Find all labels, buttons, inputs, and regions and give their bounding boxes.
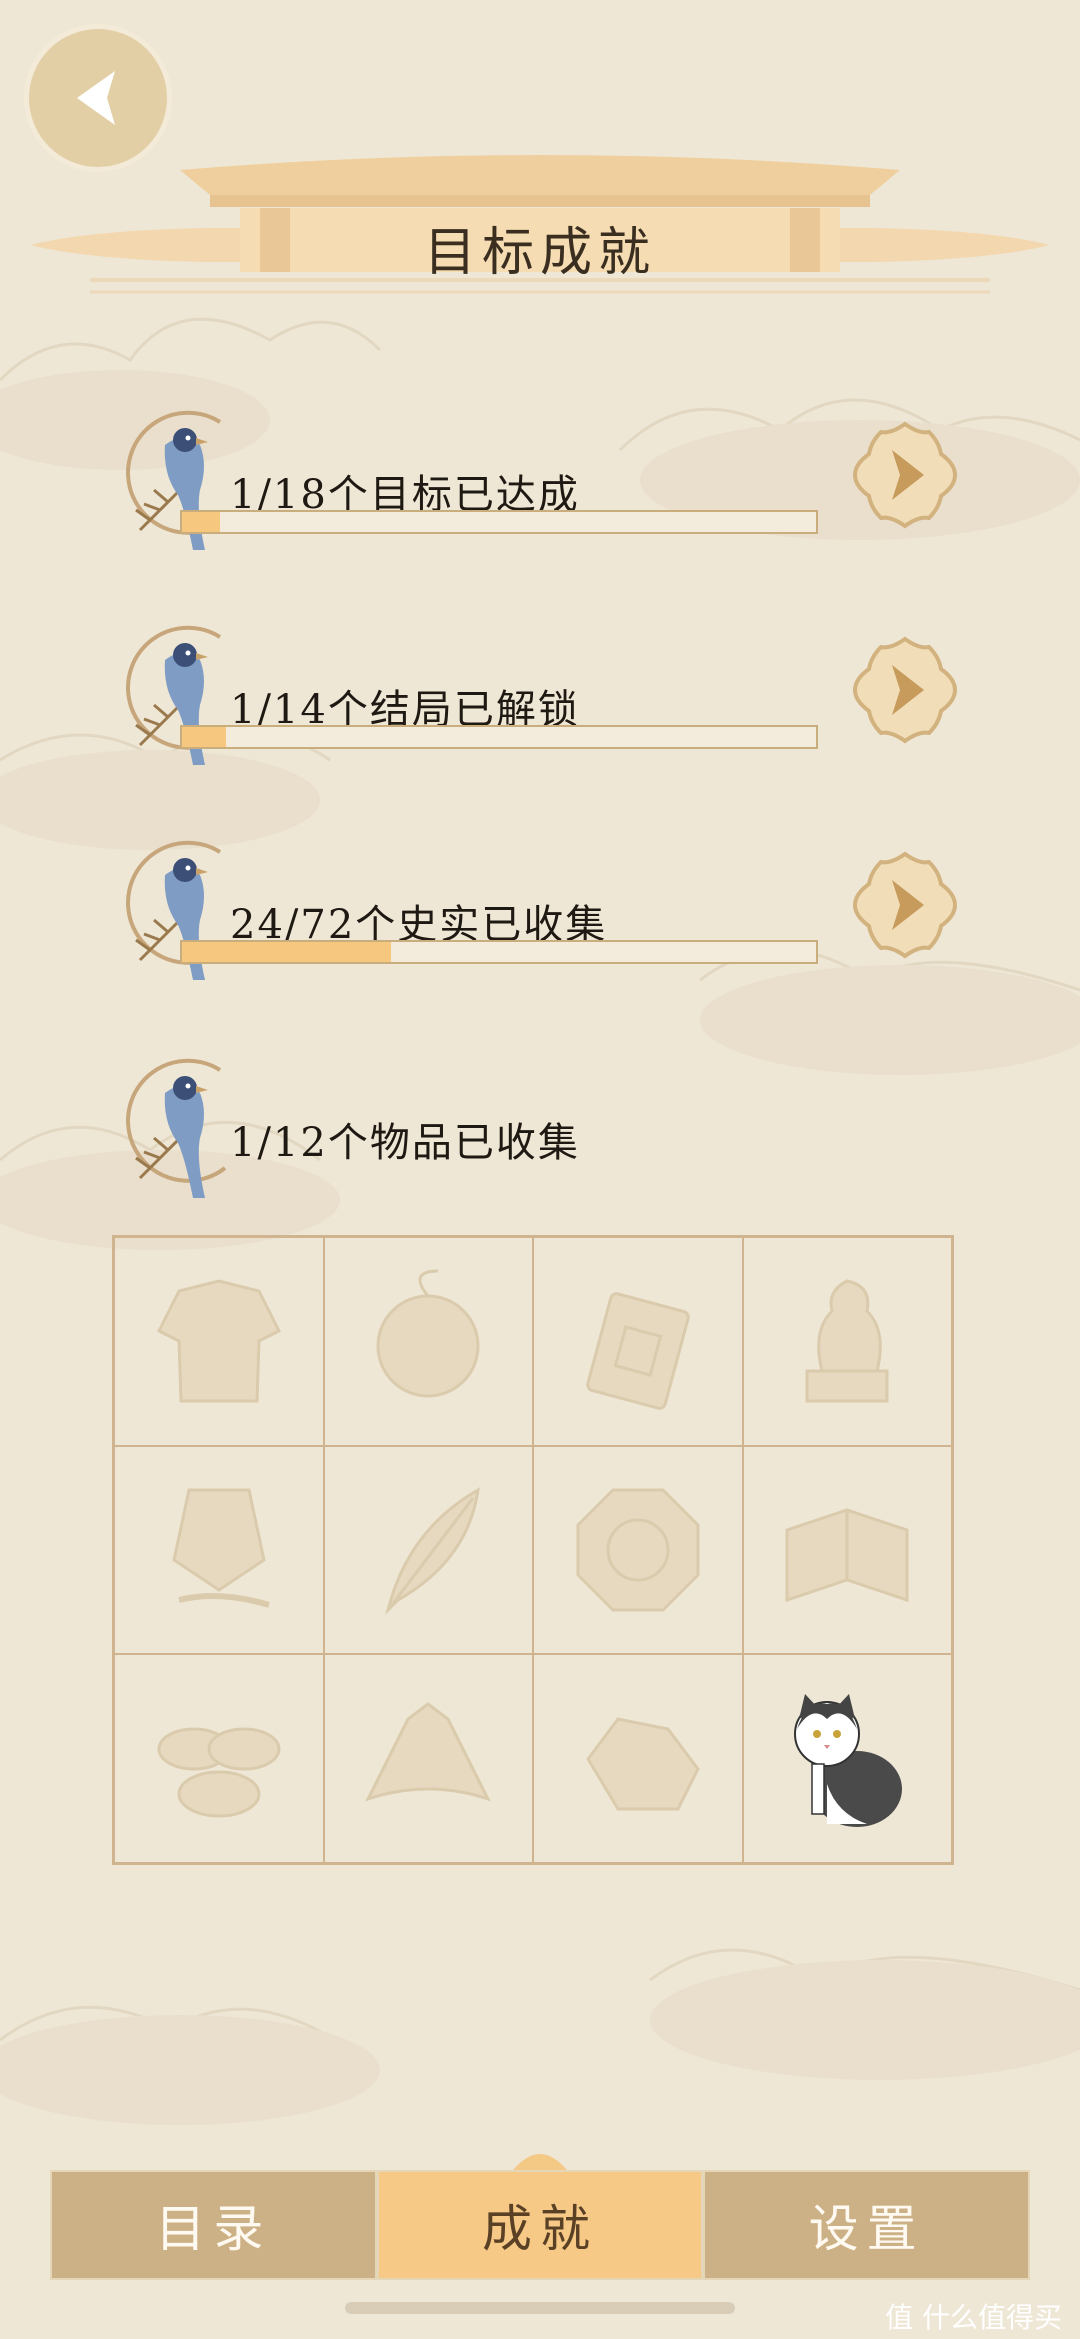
rock-icon — [585, 1716, 700, 1811]
lantern-icon — [172, 1488, 270, 1608]
achievement-row: 1/12个物品已收集 — [110, 1058, 1030, 1198]
hat-icon — [365, 1701, 492, 1802]
progress-fill — [182, 727, 227, 747]
achievement-row[interactable]: 24/72个史实已收集 — [110, 840, 1030, 980]
tab-achievements[interactable]: 成就 — [376, 2170, 704, 2280]
token-pendant-icon — [586, 1292, 690, 1411]
achievement-row[interactable]: 1/18个目标已达成 — [110, 410, 1030, 550]
chevron-left-icon — [77, 71, 115, 125]
tab-settings[interactable]: 设置 — [703, 2170, 1031, 2280]
achievement-row[interactable]: 1/14个结局已解锁 — [110, 625, 1030, 765]
octagon-mirror-icon — [576, 1488, 700, 1612]
item-slot[interactable] — [533, 1654, 743, 1863]
open-detail-button[interactable] — [850, 420, 960, 530]
item-slot[interactable] — [323, 1237, 533, 1446]
item-slot[interactable] — [742, 1445, 952, 1655]
progress-fill — [182, 942, 392, 962]
item-slot[interactable] — [114, 1445, 324, 1655]
tab-catalog-label: 目录 — [155, 2200, 272, 2258]
item-slot[interactable] — [323, 1445, 533, 1655]
home-indicator — [345, 2302, 735, 2314]
achievement-label: 1/12个物品已收集 — [230, 1120, 580, 1166]
item-slot[interactable] — [323, 1654, 533, 1863]
item-slot[interactable] — [114, 1237, 324, 1446]
book-icon — [785, 1508, 909, 1603]
page-title: 目标成就 — [423, 223, 656, 283]
item-slot[interactable] — [742, 1237, 952, 1446]
tab-settings-label: 设置 — [808, 2200, 925, 2258]
feather-icon — [385, 1487, 481, 1615]
progress-bar — [180, 940, 818, 964]
tab-catalog[interactable]: 目录 — [50, 2170, 377, 2280]
progress-fill — [182, 512, 221, 532]
gold-ingots-icon — [157, 1727, 281, 1818]
item-slot[interactable] — [114, 1654, 324, 1863]
progress-bar — [180, 725, 818, 749]
lion-statue-icon — [805, 1279, 889, 1403]
fan-icon — [376, 1269, 480, 1398]
tab-achievements-label: 成就 — [482, 2200, 598, 2258]
item-slot[interactable] — [533, 1445, 743, 1655]
magpie-medallion-icon — [126, 1058, 227, 1198]
cat-icon — [794, 1693, 903, 1827]
robe-icon — [156, 1279, 281, 1403]
item-slot[interactable] — [533, 1237, 743, 1446]
progress-bar — [180, 510, 818, 534]
item-grid — [112, 1235, 954, 1865]
watermark: 值 什么值得买 — [885, 2301, 1062, 2334]
open-detail-button[interactable] — [850, 635, 960, 745]
tab-ornament — [510, 2154, 570, 2174]
item-slot[interactable] — [742, 1654, 952, 1863]
bottom-tab-bar: 目录 成就 设置 — [50, 2170, 1031, 2280]
open-detail-button[interactable] — [850, 850, 960, 960]
